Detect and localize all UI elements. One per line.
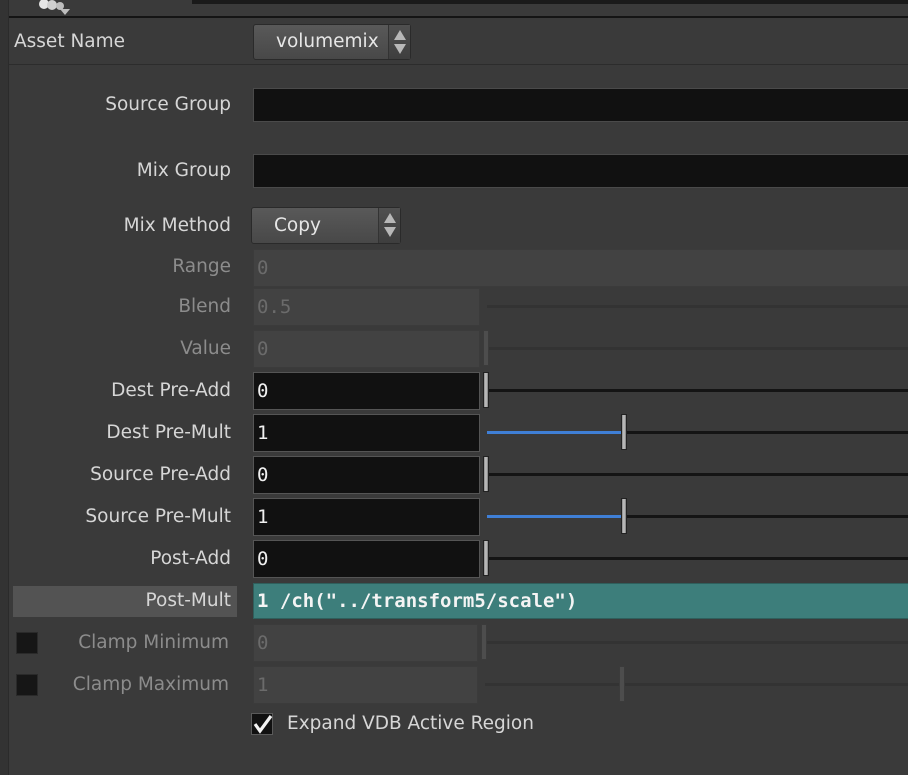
expand-vdb-checkbox[interactable]	[251, 713, 273, 735]
node-icon	[39, 0, 70, 15]
source-pre-add-label: Source Pre-Add	[90, 464, 231, 485]
section-divider	[9, 64, 908, 65]
source-group-label: Source Group	[105, 94, 231, 115]
blend-label: Blend	[178, 296, 231, 317]
blend-input[interactable]: 0.5	[253, 288, 480, 326]
clamp-minimum-label: Clamp Minimum	[78, 632, 229, 653]
up-down-arrows-icon	[388, 25, 410, 59]
post-add-input[interactable]: 0	[253, 540, 480, 578]
post-mult-expression-input[interactable]: 1 /ch("../transform5/scale")	[253, 583, 908, 619]
value-slider-track[interactable]	[487, 347, 908, 350]
dest-pre-add-label: Dest Pre-Add	[111, 380, 231, 401]
left-gutter	[0, 0, 9, 775]
mix-method-value: Copy	[274, 215, 321, 236]
clamp-maximum-label: Clamp Maximum	[72, 674, 229, 695]
blend-slider-track[interactable]	[487, 305, 908, 308]
range-input[interactable]: 0	[253, 249, 908, 287]
source-pre-mult-label: Source Pre-Mult	[85, 506, 231, 527]
checkmark-icon	[253, 715, 273, 734]
mix-method-label: Mix Method	[123, 215, 231, 236]
clamp-minimum-slider-handle[interactable]	[481, 624, 487, 660]
header-divider	[9, 16, 908, 18]
dest-pre-mult-input[interactable]: 1	[253, 414, 480, 452]
range-label: Range	[172, 256, 231, 277]
post-add-slider-track[interactable]	[487, 557, 908, 560]
source-pre-add-input[interactable]: 0	[253, 456, 480, 494]
dest-pre-mult-slider-handle[interactable]	[621, 414, 627, 450]
clamp-minimum-input[interactable]: 0	[253, 624, 478, 662]
clamp-maximum-input[interactable]: 1	[253, 666, 478, 704]
clamp-maximum-slider-handle[interactable]	[619, 666, 625, 702]
source-pre-mult-slider-fill	[487, 515, 624, 518]
dest-pre-add-slider-handle[interactable]	[483, 372, 489, 408]
source-group-input[interactable]	[253, 88, 908, 122]
dest-pre-mult-label: Dest Pre-Mult	[106, 422, 231, 443]
dest-pre-add-input[interactable]: 0	[253, 372, 480, 410]
source-pre-add-slider-track[interactable]	[487, 473, 908, 476]
post-add-slider-handle[interactable]	[483, 540, 489, 576]
value-label: Value	[180, 338, 231, 359]
value-input[interactable]: 0	[253, 330, 480, 368]
top-strip	[192, 0, 908, 4]
up-down-arrows-icon	[378, 208, 400, 243]
source-pre-mult-slider-track[interactable]	[487, 515, 908, 518]
mix-group-input[interactable]	[253, 154, 908, 188]
asset-name-menu[interactable]: volumemix	[253, 24, 411, 60]
mix-method-menu[interactable]: Copy	[251, 207, 401, 244]
clamp-maximum-slider-track[interactable]	[485, 683, 908, 686]
post-add-label: Post-Add	[150, 548, 231, 569]
asset-name-label: Asset Name	[14, 31, 126, 52]
source-pre-add-slider-handle[interactable]	[483, 456, 489, 492]
dest-pre-mult-slider-track[interactable]	[487, 431, 908, 434]
post-mult-label: Post-Mult	[145, 590, 231, 611]
source-pre-mult-input[interactable]: 1	[253, 498, 480, 536]
expand-vdb-label: Expand VDB Active Region	[287, 713, 534, 734]
asset-name-value: volumemix	[276, 31, 379, 52]
clamp-maximum-checkbox[interactable]	[16, 674, 38, 696]
value-slider-handle[interactable]	[483, 330, 489, 366]
clamp-minimum-slider-track[interactable]	[485, 641, 908, 644]
dest-pre-add-slider-track[interactable]	[487, 389, 908, 392]
source-pre-mult-slider-handle[interactable]	[621, 498, 627, 534]
dest-pre-mult-slider-fill	[487, 431, 624, 434]
clamp-minimum-checkbox[interactable]	[16, 632, 38, 654]
mix-group-label: Mix Group	[136, 160, 231, 181]
